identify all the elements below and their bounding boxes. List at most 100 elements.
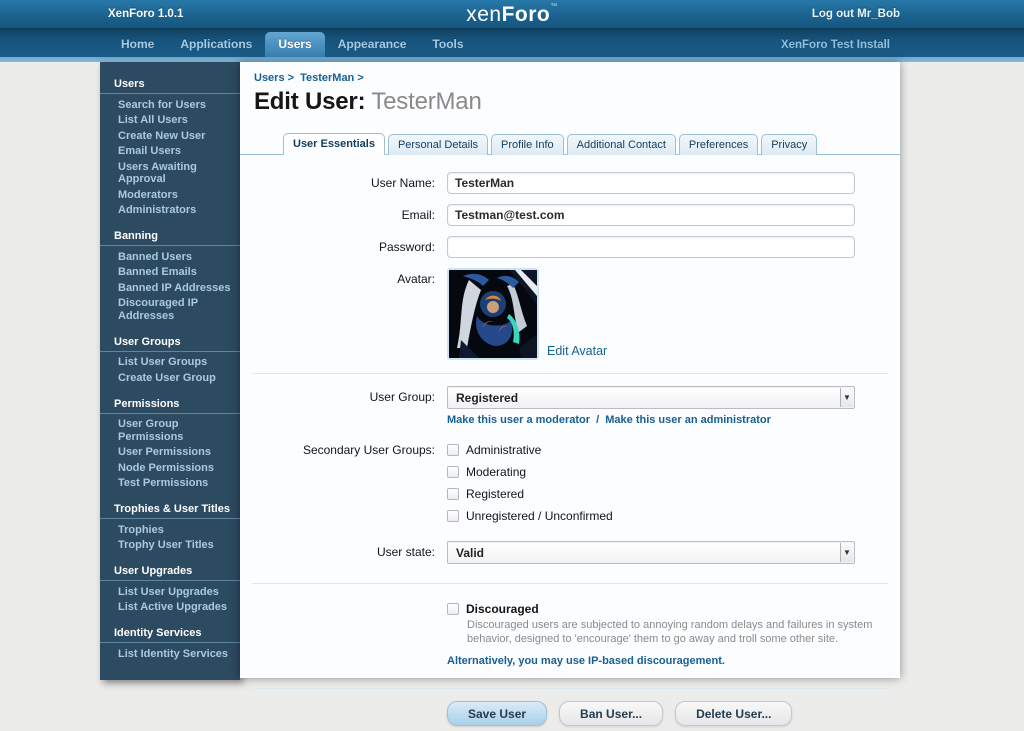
sidebar-item-trophies[interactable]: Trophies [100, 522, 240, 538]
logo-foro: Foro [501, 3, 551, 26]
sidebar-item-user-group-permissions[interactable]: User Group Permissions [100, 417, 240, 445]
save-user-button[interactable]: Save User [447, 701, 548, 726]
breadcrumb-testerman[interactable]: TesterMan [300, 72, 354, 84]
logout-link[interactable]: Log out Mr_Bob [812, 8, 900, 20]
sidebar-item-search-for-users[interactable]: Search for Users [100, 97, 240, 113]
sidebar-item-test-permissions[interactable]: Test Permissions [100, 476, 240, 492]
user-edit-tabs: User Essentials Personal Details Profile… [240, 126, 900, 155]
user-group-row: User Group: Registered ▼ Make this user … [240, 374, 900, 431]
page-title-prefix: Edit User: [254, 88, 366, 115]
page-title-username: TesterMan [371, 88, 482, 115]
breadcrumb-users[interactable]: Users [254, 72, 285, 84]
admin-header-bar: XenForo 1.0.1 xenForo™ Log out Mr_Bob [0, 0, 1024, 29]
secondary-group-option: Registered [447, 487, 855, 501]
tab-profile-info[interactable]: Profile Info [491, 134, 564, 155]
sidebar-item-banned-emails[interactable]: Banned Emails [100, 265, 240, 281]
admin-sidebar: Users Search for Users List All Users Cr… [100, 62, 240, 680]
sidebar-section-user-upgrades: User Upgrades List User Upgrades List Ac… [100, 557, 240, 619]
user-name-row: User Name: [240, 167, 900, 199]
nav-tab-home[interactable]: Home [108, 32, 167, 57]
role-links: Make this user a moderator / Make this u… [447, 409, 855, 426]
sidebar-section-trophies: Trophies & User Titles Trophies Trophy U… [100, 495, 240, 557]
user-state-label: User state: [376, 545, 435, 559]
sidebar-section-identity-services: Identity Services List Identity Services [100, 619, 240, 666]
breadcrumb-separator: > [357, 72, 364, 84]
ip-discouragement-link[interactable]: Alternatively, you may use IP-based disc… [447, 655, 725, 667]
user-name-input[interactable] [447, 172, 855, 194]
nav-tab-users[interactable]: Users [265, 32, 325, 57]
sidebar-section-title: Users [114, 78, 145, 90]
sidebar-item-banned-ip-addresses[interactable]: Banned IP Addresses [100, 280, 240, 296]
nav-tabs: Home Applications Users Appearance Tools [108, 32, 477, 57]
user-avatar-image [447, 268, 539, 360]
sidebar-section-permissions: Permissions User Group Permissions User … [100, 390, 240, 496]
make-administrator-link[interactable]: Make this user an administrator [605, 414, 771, 426]
avatar-row: Avatar: Edit Avatar [240, 263, 900, 365]
sidebar-item-create-new-user[interactable]: Create New User [100, 128, 240, 144]
edit-avatar-link[interactable]: Edit Avatar [547, 344, 607, 358]
sidebar-item-node-permissions[interactable]: Node Permissions [100, 460, 240, 476]
sidebar-item-list-identity-services[interactable]: List Identity Services [100, 646, 240, 662]
sidebar-item-list-user-groups[interactable]: List User Groups [100, 355, 240, 371]
checkbox-unregistered-unconfirmed[interactable] [447, 510, 459, 522]
sidebar-item-users-awaiting-approval[interactable]: Users Awaiting Approval [100, 159, 240, 187]
sidebar-item-banned-users[interactable]: Banned Users [100, 249, 240, 265]
nav-tab-tools[interactable]: Tools [419, 32, 476, 57]
sidebar-item-list-active-upgrades[interactable]: List Active Upgrades [100, 600, 240, 616]
sidebar-item-administrators[interactable]: Administrators [100, 203, 240, 219]
make-moderator-link[interactable]: Make this user a moderator [447, 414, 590, 426]
checkbox-label: Moderating [466, 465, 527, 479]
tab-additional-contact[interactable]: Additional Contact [566, 134, 676, 155]
secondary-group-option: Administrative [447, 443, 855, 457]
delete-user-button[interactable]: Delete User... [675, 701, 793, 726]
discouraged-option: Discouraged [447, 602, 897, 616]
user-group-selected-value: Registered [456, 390, 519, 405]
nav-tab-applications[interactable]: Applications [167, 32, 265, 57]
user-state-selected-value: Valid [456, 545, 485, 560]
tab-personal-details[interactable]: Personal Details [387, 134, 489, 155]
checkbox-label: Registered [466, 487, 525, 501]
sidebar-item-trophy-user-titles[interactable]: Trophy User Titles [100, 538, 240, 554]
sidebar-item-list-all-users[interactable]: List All Users [100, 113, 240, 129]
sidebar-item-email-users[interactable]: Email Users [100, 144, 240, 160]
checkbox-moderating[interactable] [447, 466, 459, 478]
password-row: Password: [240, 231, 900, 263]
install-name-link[interactable]: XenForo Test Install [781, 39, 890, 51]
tab-preferences[interactable]: Preferences [678, 134, 759, 155]
sidebar-item-moderators[interactable]: Moderators [100, 187, 240, 203]
checkbox-administrative[interactable] [447, 444, 459, 456]
ban-user-button[interactable]: Ban User... [559, 701, 664, 726]
user-essentials-form: User Name: Email: Password: Avatar: [240, 155, 900, 731]
password-label: Password: [378, 240, 435, 254]
password-input[interactable] [447, 236, 855, 258]
sidebar-section-title: Identity Services [114, 627, 202, 639]
page-title: Edit User: TesterMan [240, 84, 900, 126]
checkbox-discouraged[interactable] [447, 603, 459, 615]
sidebar-item-discouraged-ip-addresses[interactable]: Discouraged IP Addresses [100, 296, 240, 324]
sidebar-section-title: Permissions [114, 397, 180, 410]
tab-user-essentials[interactable]: User Essentials [283, 133, 385, 155]
secondary-group-option: Unregistered / Unconfirmed [447, 509, 855, 523]
secondary-group-option: Moderating [447, 465, 855, 479]
tab-privacy[interactable]: Privacy [761, 134, 818, 155]
sidebar-section-title: Trophies & User Titles [114, 503, 230, 515]
email-input[interactable] [447, 204, 855, 226]
discouraged-spacer [240, 598, 435, 671]
sidebar-section-users: Users Search for Users List All Users Cr… [100, 70, 240, 222]
user-group-label: User Group: [369, 390, 435, 404]
discouraged-row: Discouraged Discouraged users are subjec… [240, 584, 900, 676]
secondary-groups-row: Secondary User Groups: Administrative Mo… [240, 431, 900, 536]
sidebar-section-title: User Groups [114, 335, 181, 348]
checkbox-label: Administrative [466, 443, 542, 457]
sidebar-item-list-user-upgrades[interactable]: List User Upgrades [100, 584, 240, 600]
breadcrumb-separator: > [287, 72, 295, 84]
sidebar-item-user-permissions[interactable]: User Permissions [100, 445, 240, 461]
user-state-select[interactable]: Valid ▼ [447, 541, 855, 564]
sidebar-item-create-user-group[interactable]: Create User Group [100, 370, 240, 386]
user-group-select[interactable]: Registered ▼ [447, 386, 855, 409]
dropdown-arrow-icon: ▼ [840, 543, 853, 562]
discouraged-description: Discouraged users are subjected to annoy… [467, 619, 873, 645]
discouraged-label: Discouraged [466, 602, 539, 616]
checkbox-registered[interactable] [447, 488, 459, 500]
nav-tab-appearance[interactable]: Appearance [325, 32, 420, 57]
